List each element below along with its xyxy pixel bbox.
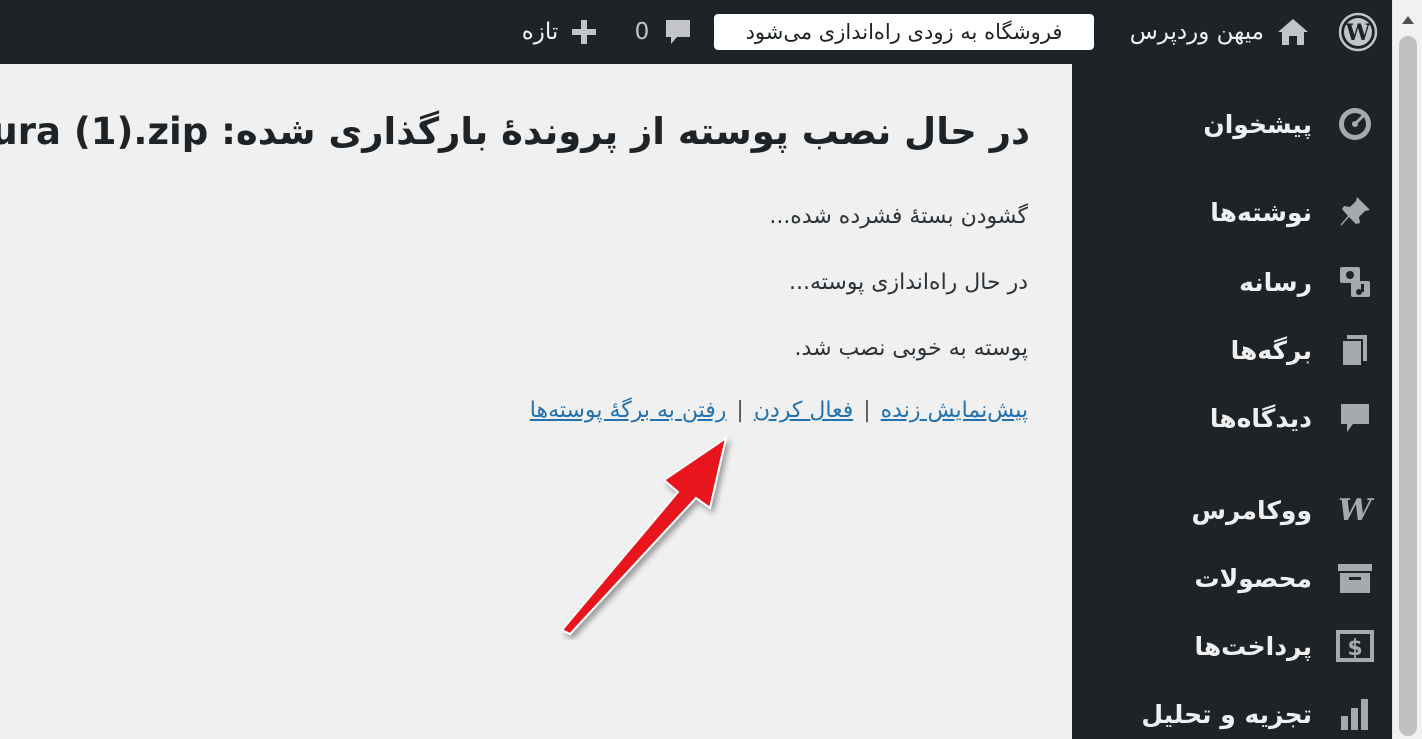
dashboard-icon bbox=[1334, 103, 1376, 145]
wordpress-logo-button[interactable]: W bbox=[1336, 0, 1380, 64]
store-coming-soon-badge[interactable]: فروشگاه به زودی راه‌اندازی می‌شود bbox=[714, 14, 1094, 50]
site-name: میهن وردپرس bbox=[1129, 19, 1264, 45]
site-name-link[interactable]: میهن وردپرس bbox=[1114, 0, 1310, 64]
home-icon bbox=[1278, 19, 1308, 45]
sidebar-item-media[interactable]: رسانه bbox=[1072, 252, 1392, 312]
plus-icon bbox=[572, 20, 597, 44]
sidebar-item-payments[interactable]: $ پرداخت‌ها bbox=[1072, 616, 1392, 676]
pin-icon bbox=[1334, 191, 1376, 233]
admin-bar: W میهن وردپرس فروشگاه به زودی راه‌اندازی… bbox=[0, 0, 1392, 64]
sidebar-item-label: تجزیه و تحلیل bbox=[1141, 699, 1312, 729]
dollar-icon: $ bbox=[1334, 625, 1376, 667]
sidebar-item-posts[interactable]: نوشته‌ها bbox=[1072, 182, 1392, 242]
new-content-button[interactable]: تازه bbox=[514, 0, 606, 64]
svg-text:$: $ bbox=[1347, 636, 1362, 661]
link-separator: | bbox=[863, 398, 871, 423]
media-icon bbox=[1334, 261, 1376, 303]
status-message-unpacking: گشودن بستهٔ فشرده شده... bbox=[769, 204, 1028, 229]
new-label: تازه bbox=[521, 19, 559, 45]
sidebar-item-label: برگه‌ها bbox=[1230, 335, 1312, 365]
sidebar-item-label: دیدگاه‌ها bbox=[1209, 403, 1312, 433]
live-preview-link[interactable]: پیش‌نمایش زنده bbox=[881, 398, 1028, 423]
scroll-up-arrow-icon[interactable] bbox=[1402, 16, 1414, 24]
activate-link[interactable]: فعال کردن bbox=[754, 398, 853, 423]
sidebar-item-analytics[interactable]: تجزیه و تحلیل bbox=[1072, 684, 1392, 739]
sidebar-item-label: ووکامرس bbox=[1191, 495, 1312, 525]
archive-icon bbox=[1334, 557, 1376, 599]
wordpress-logo-icon: W bbox=[1338, 12, 1378, 52]
pages-icon bbox=[1334, 329, 1376, 371]
sidebar-item-products[interactable]: محصولات bbox=[1072, 548, 1392, 608]
status-message-success: پوسته به خوبی نصب شد. bbox=[794, 336, 1028, 361]
chart-bar-icon bbox=[1334, 693, 1376, 735]
sidebar-item-label: رسانه bbox=[1239, 267, 1312, 297]
sidebar-item-pages[interactable]: برگه‌ها bbox=[1072, 320, 1392, 380]
main-content: در حال نصب پوسته از پروندهٔ بارگذاری شده… bbox=[0, 64, 1072, 739]
sidebar-item-comments[interactable]: دیدگاه‌ها bbox=[1072, 388, 1392, 448]
sidebar-item-dashboard[interactable]: پیشخوان bbox=[1072, 94, 1392, 154]
sidebar-item-woocommerce[interactable]: W ووکامرس bbox=[1072, 480, 1392, 540]
vertical-scrollbar[interactable] bbox=[1392, 0, 1422, 739]
page-title: در حال نصب پوسته از پروندهٔ بارگذاری شده… bbox=[0, 110, 1030, 153]
woocommerce-icon: W bbox=[1334, 489, 1376, 531]
sidebar-item-label: محصولات bbox=[1194, 563, 1312, 593]
sidebar-item-label: پرداخت‌ها bbox=[1194, 631, 1312, 661]
comment-icon bbox=[666, 20, 691, 44]
sidebar-item-label: پیشخوان bbox=[1203, 109, 1312, 139]
comment-count: 0 bbox=[634, 19, 650, 45]
svg-text:W: W bbox=[1338, 495, 1375, 525]
svg-text:W: W bbox=[1345, 20, 1371, 46]
status-message-installing: در حال راه‌اندازی پوسته... bbox=[788, 270, 1028, 295]
comment-icon bbox=[1334, 397, 1376, 439]
scrollbar-thumb[interactable] bbox=[1399, 36, 1417, 736]
annotation-arrow bbox=[560, 435, 728, 636]
comments-link[interactable]: 0 bbox=[630, 0, 698, 64]
sidebar-item-label: نوشته‌ها bbox=[1210, 197, 1312, 227]
admin-sidebar: پیشخوان نوشته‌ها رسانه برگه‌ها دیدگاه‌ها… bbox=[1072, 64, 1392, 739]
